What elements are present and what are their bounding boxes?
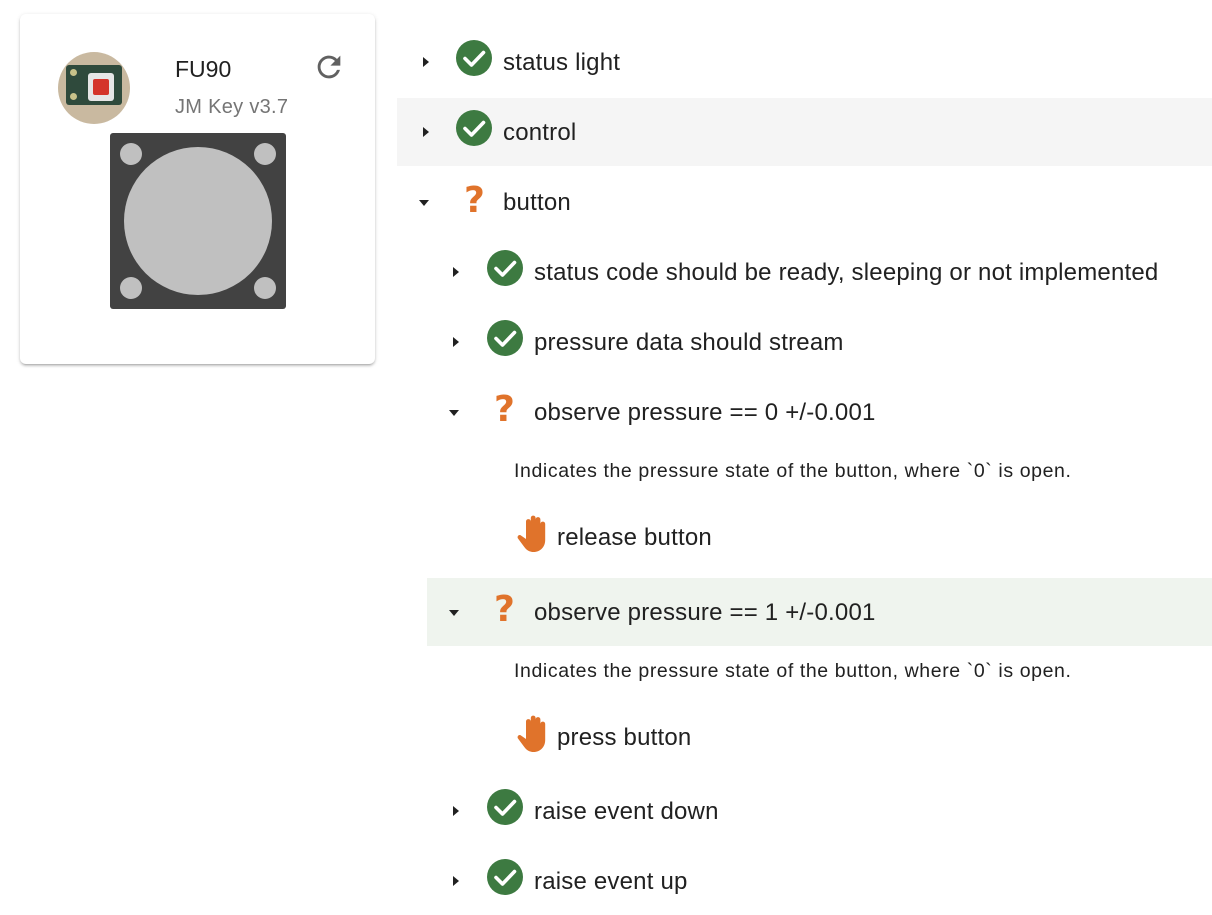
refresh-icon[interactable]: [312, 50, 346, 84]
collapse-caret-down-icon[interactable]: [449, 410, 459, 416]
test-row-control[interactable]: control: [397, 98, 1212, 166]
question-mark-icon: ?: [494, 389, 515, 430]
collapse-caret-down-icon[interactable]: [419, 200, 429, 206]
test-row-observe-pressure-1[interactable]: ? observe pressure == 1 +/-0.001: [427, 578, 1212, 646]
test-label: status code should be ready, sleeping or…: [534, 259, 1159, 286]
device-name: FU90: [175, 56, 232, 82]
test-row-raise-event-down[interactable]: raise event down: [427, 777, 1212, 845]
button-knob[interactable]: [124, 147, 272, 295]
test-row-status-code[interactable]: status code should be ready, sleeping or…: [427, 238, 1212, 306]
hand-icon: [517, 715, 546, 752]
expand-caret-right-icon[interactable]: [453, 876, 459, 886]
device-avatar: [58, 52, 130, 124]
question-mark-icon: ?: [494, 589, 515, 630]
check-circle-icon: [487, 250, 523, 286]
check-circle-icon: [487, 789, 523, 825]
test-description: Indicates the pressure state of the butt…: [514, 460, 1072, 482]
collapse-caret-down-icon[interactable]: [449, 610, 459, 616]
test-label: raise event up: [534, 868, 688, 895]
check-circle-icon: [456, 110, 492, 146]
test-label: raise event down: [534, 798, 719, 825]
test-label: observe pressure == 1 +/-0.001: [534, 599, 876, 626]
test-row-observe-pressure-0[interactable]: ? observe pressure == 0 +/-0.001: [427, 378, 1212, 446]
test-label: observe pressure == 0 +/-0.001: [534, 399, 876, 426]
button-visual[interactable]: [110, 133, 286, 309]
test-label: control: [503, 119, 577, 146]
test-description: Indicates the pressure state of the butt…: [514, 660, 1072, 682]
test-row-pressure-stream[interactable]: pressure data should stream: [427, 308, 1212, 376]
expand-caret-right-icon[interactable]: [423, 57, 429, 67]
test-row-raise-event-up[interactable]: raise event up: [427, 847, 1212, 915]
test-row-button[interactable]: ? button: [397, 168, 1212, 236]
test-row-status-light[interactable]: status light: [397, 28, 1212, 96]
action-label: press button: [557, 724, 692, 751]
action-label: release button: [557, 524, 712, 551]
hand-icon: [517, 515, 546, 552]
expand-caret-right-icon[interactable]: [423, 127, 429, 137]
expand-caret-right-icon[interactable]: [453, 267, 459, 277]
test-label: button: [503, 189, 571, 216]
check-circle-icon: [487, 859, 523, 895]
check-circle-icon: [456, 40, 492, 76]
device-product: JM Key v3.7: [175, 96, 289, 118]
test-label: pressure data should stream: [534, 329, 844, 356]
device-card: FU90 JM Key v3.7: [20, 14, 375, 364]
question-mark-icon: ?: [464, 180, 485, 221]
test-label: status light: [503, 49, 621, 76]
expand-caret-right-icon[interactable]: [453, 337, 459, 347]
expand-caret-right-icon[interactable]: [453, 806, 459, 816]
check-circle-icon: [487, 320, 523, 356]
